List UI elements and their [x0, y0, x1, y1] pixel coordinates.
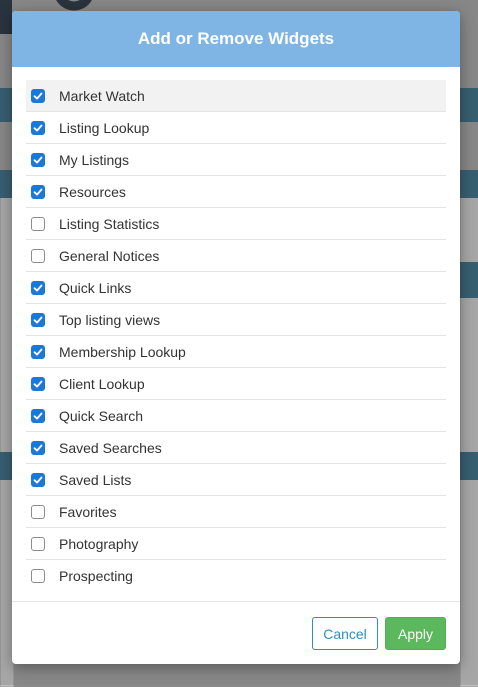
widget-label: My Listings: [59, 151, 130, 168]
checkmark-icon: [33, 412, 43, 419]
checkmark-icon: [33, 156, 43, 163]
checkmark-icon: [33, 444, 43, 451]
widget-checkbox[interactable]: [31, 88, 45, 103]
widget-item[interactable]: Listing Statistics: [26, 207, 446, 239]
widget-label: General Notices: [59, 247, 160, 264]
widget-checkbox[interactable]: [31, 472, 45, 487]
widget-item[interactable]: Photography: [26, 527, 446, 559]
checkmark-icon: [33, 284, 43, 291]
widget-checkbox[interactable]: [31, 312, 45, 327]
widget-label: Saved Searches: [59, 439, 162, 456]
widget-item[interactable]: Favorites: [26, 495, 446, 527]
widget-item[interactable]: Top listing views: [26, 303, 446, 335]
widget-label: Market Watch: [59, 87, 145, 104]
widgets-modal: Add or Remove Widgets Market Watch Listin…: [12, 11, 460, 664]
widget-checkbox[interactable]: [31, 280, 45, 295]
modal-header: Add or Remove Widgets: [12, 11, 460, 67]
widget-item[interactable]: Listing Lookup: [26, 111, 446, 143]
modal-title: Add or Remove Widgets: [137, 29, 335, 48]
checkmark-icon: [33, 92, 43, 99]
widget-label: Listing Statistics: [59, 215, 160, 232]
widget-checkbox[interactable]: [31, 184, 45, 199]
checkmark-icon: [33, 476, 43, 483]
widget-checkbox[interactable]: [31, 376, 45, 391]
widget-label: Quick Search: [59, 407, 144, 424]
cancel-button[interactable]: Cancel: [312, 617, 378, 650]
widget-label: Resources: [59, 183, 126, 200]
widget-label: Client Lookup: [59, 375, 145, 392]
widget-checkbox[interactable]: [31, 344, 45, 359]
widget-item[interactable]: Quick Links: [26, 271, 446, 303]
checkmark-icon: [33, 380, 43, 387]
widget-label: Quick Links: [59, 279, 132, 296]
widget-checkbox[interactable]: [31, 440, 45, 455]
widget-label: Prospecting: [59, 567, 133, 584]
widget-label: Listing Lookup: [59, 119, 150, 136]
widget-label: Favorites: [59, 503, 117, 520]
widget-checkbox[interactable]: [31, 216, 45, 231]
widget-label: Top listing views: [59, 311, 161, 328]
widget-item[interactable]: Quick Search: [26, 399, 446, 431]
widget-checkbox[interactable]: [31, 248, 45, 263]
widget-label: Saved Lists: [59, 471, 132, 488]
widget-label: Photography: [59, 535, 139, 552]
widget-checkbox[interactable]: [31, 536, 45, 551]
widget-checkbox[interactable]: [31, 568, 45, 583]
modal-footer: Cancel Apply: [12, 601, 460, 664]
widget-checkbox[interactable]: [31, 408, 45, 423]
widget-item[interactable]: General Notices: [26, 239, 446, 271]
widget-item[interactable]: Saved Lists: [26, 463, 446, 495]
checkmark-icon: [33, 188, 43, 195]
checkmark-icon: [33, 124, 43, 131]
widget-checkbox[interactable]: [31, 504, 45, 519]
widget-list: Market Watch Listing Lookup My Listings Res…: [26, 80, 446, 591]
checkmark-icon: [33, 316, 43, 323]
widget-item[interactable]: My Listings: [26, 143, 446, 175]
widget-checkbox[interactable]: [31, 120, 45, 135]
widget-item[interactable]: Saved Searches: [26, 431, 446, 463]
checkmark-icon: [33, 348, 43, 355]
widget-item[interactable]: Prospecting: [26, 559, 446, 591]
widget-checkbox[interactable]: [31, 152, 45, 167]
widget-item[interactable]: Client Lookup: [26, 367, 446, 399]
widget-item[interactable]: Resources: [26, 175, 446, 207]
apply-button[interactable]: Apply: [385, 617, 446, 650]
widget-label: Membership Lookup: [59, 343, 186, 360]
widget-item[interactable]: Membership Lookup: [26, 335, 446, 367]
widget-item[interactable]: Market Watch: [26, 80, 446, 111]
